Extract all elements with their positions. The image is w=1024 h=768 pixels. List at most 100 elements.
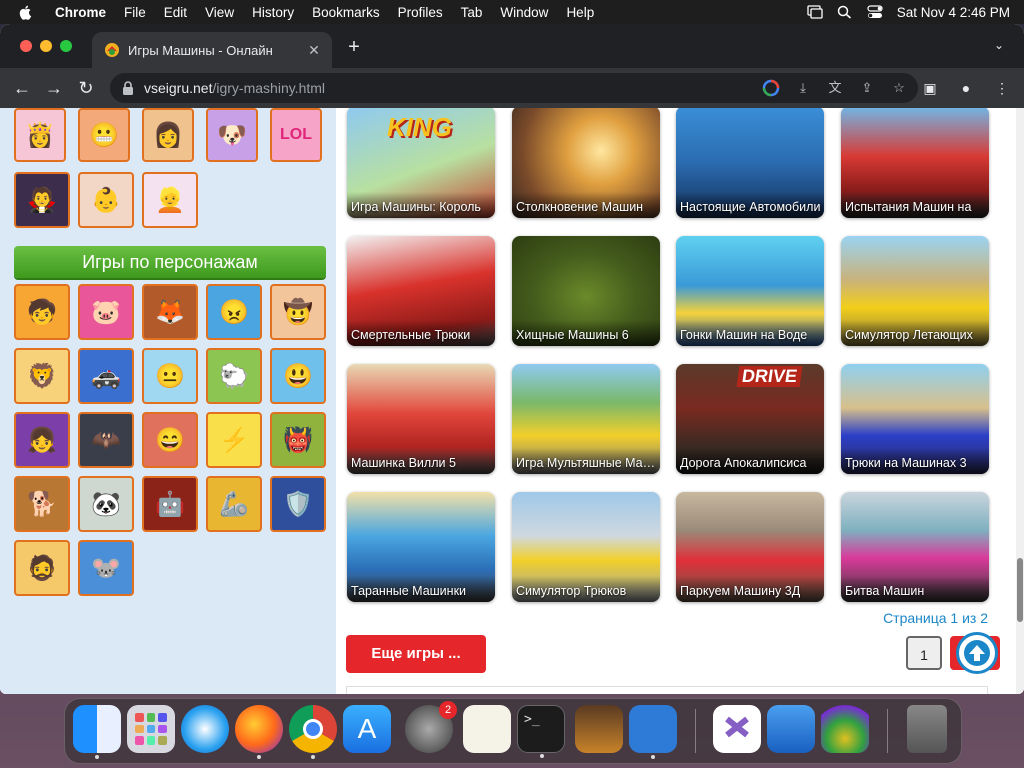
profile-avatar-icon[interactable]: ● bbox=[956, 78, 976, 98]
tab-active[interactable]: Игры Машины - Онлайн ✕ bbox=[92, 32, 332, 68]
new-tab-button[interactable]: + bbox=[344, 36, 364, 59]
character-thumb[interactable]: 🛡️ bbox=[270, 476, 326, 532]
menu-profiles[interactable]: Profiles bbox=[389, 5, 452, 20]
firefox-icon[interactable] bbox=[235, 705, 283, 759]
zoom-window-button[interactable] bbox=[60, 40, 72, 52]
game-card[interactable]: Гонки Машин на Воде bbox=[676, 236, 824, 346]
visual-studio-icon[interactable] bbox=[713, 705, 761, 753]
game-card[interactable]: Паркуем Машину 3Д bbox=[676, 492, 824, 602]
pagination-page-1[interactable]: 1 bbox=[906, 636, 942, 670]
game-card[interactable]: Трюки на Машинах 3 bbox=[841, 364, 989, 474]
character-thumb[interactable]: 🚓 bbox=[78, 348, 134, 404]
close-window-button[interactable] bbox=[20, 40, 32, 52]
forward-button[interactable]: → bbox=[44, 78, 64, 98]
game-card[interactable]: Столкновение Машин bbox=[512, 108, 660, 218]
character-thumb[interactable]: 👹 bbox=[270, 412, 326, 468]
spotlight-search-icon[interactable] bbox=[837, 5, 853, 19]
menu-clock[interactable]: Sat Nov 4 2:46 PM bbox=[897, 5, 1010, 20]
category-heading-characters[interactable]: Игры по персонажам bbox=[14, 246, 326, 278]
sidebar-game-thumb[interactable]: 👱 bbox=[142, 172, 198, 228]
sidebar-game-thumb[interactable]: 👸 bbox=[14, 108, 66, 162]
share-icon[interactable]: ⇪ bbox=[858, 79, 876, 97]
app-store-icon[interactable]: A bbox=[343, 705, 391, 753]
game-card[interactable]: Смертельные Трюки bbox=[347, 236, 495, 346]
menu-help[interactable]: Help bbox=[557, 5, 603, 20]
screen-mirroring-icon[interactable] bbox=[807, 5, 823, 19]
character-thumb[interactable]: 🧒 bbox=[14, 284, 70, 340]
game-card[interactable]: Машинка Вилли 5 bbox=[347, 364, 495, 474]
game-card[interactable]: Испытания Машин на bbox=[841, 108, 989, 218]
bookmark-star-icon[interactable]: ☆ bbox=[890, 79, 908, 97]
close-tab-icon[interactable]: ✕ bbox=[304, 42, 324, 59]
scrollbar-thumb[interactable] bbox=[1017, 558, 1023, 622]
menu-view[interactable]: View bbox=[196, 5, 243, 20]
game-card[interactable]: Битва Машин bbox=[841, 492, 989, 602]
scroll-to-top-button[interactable] bbox=[956, 632, 998, 674]
menu-bookmarks[interactable]: Bookmarks bbox=[303, 5, 389, 20]
terminal-icon[interactable]: >_ bbox=[517, 705, 565, 758]
weather-icon[interactable] bbox=[767, 705, 815, 753]
game-card[interactable]: Игра Мультяшные Машинки bbox=[512, 364, 660, 474]
chrome-icon[interactable] bbox=[289, 705, 337, 759]
utility-app-icon[interactable] bbox=[821, 705, 869, 753]
lock-icon[interactable] bbox=[122, 81, 134, 95]
character-thumb[interactable]: 🤠 bbox=[270, 284, 326, 340]
game-card[interactable]: Хищные Машины 6 bbox=[512, 236, 660, 346]
install-app-icon[interactable]: ⤓ bbox=[794, 79, 812, 97]
reload-button[interactable]: ↻ bbox=[76, 78, 96, 98]
character-thumb[interactable]: 😃 bbox=[270, 348, 326, 404]
launchpad-icon[interactable] bbox=[127, 705, 175, 753]
trash-icon[interactable] bbox=[907, 705, 947, 753]
side-panel-icon[interactable]: ▣ bbox=[920, 78, 940, 98]
chrome-menu-icon[interactable]: ⋮ bbox=[992, 78, 1012, 98]
menu-app-name[interactable]: Chrome bbox=[46, 5, 115, 20]
character-thumb[interactable]: 😐 bbox=[142, 348, 198, 404]
character-thumb[interactable]: 🐭 bbox=[78, 540, 134, 596]
character-thumb[interactable]: 🦁 bbox=[14, 348, 70, 404]
character-thumb[interactable]: 🐕 bbox=[14, 476, 70, 532]
garageband-icon[interactable] bbox=[575, 705, 623, 753]
sidebar-game-thumb[interactable]: 🐶 bbox=[206, 108, 258, 162]
more-games-button[interactable]: Еще игры ... bbox=[346, 635, 486, 673]
character-thumb[interactable]: 🦇 bbox=[78, 412, 134, 468]
character-thumb[interactable]: 😠 bbox=[206, 284, 262, 340]
sidebar-game-thumb[interactable]: 🧛 bbox=[14, 172, 70, 228]
game-card[interactable]: KING Игра Машины: Король bbox=[347, 108, 495, 218]
control-center-icon[interactable] bbox=[867, 5, 883, 19]
menu-edit[interactable]: Edit bbox=[155, 5, 196, 20]
address-bar[interactable]: vseigru.net/igry-mashiny.html ⤓ 文 ⇪ ☆ bbox=[110, 73, 918, 103]
safari-icon[interactable] bbox=[181, 705, 229, 753]
game-card[interactable]: Симулятор Трюков bbox=[512, 492, 660, 602]
back-button[interactable]: ← bbox=[12, 78, 32, 98]
google-lens-icon[interactable] bbox=[762, 79, 780, 97]
translate-icon[interactable]: 文 bbox=[826, 79, 844, 97]
character-thumb[interactable]: 🤖 bbox=[142, 476, 198, 532]
sidebar-game-thumb[interactable]: LOL bbox=[270, 108, 322, 162]
game-card[interactable]: DRIVE Дорога Апокалипсиса bbox=[676, 364, 824, 474]
finder-icon[interactable] bbox=[73, 705, 121, 759]
character-thumb[interactable]: 🦾 bbox=[206, 476, 262, 532]
menu-file[interactable]: File bbox=[115, 5, 155, 20]
character-thumb[interactable]: 🐷 bbox=[78, 284, 134, 340]
minimize-window-button[interactable] bbox=[40, 40, 52, 52]
page-scrollbar[interactable] bbox=[1016, 108, 1024, 694]
menu-history[interactable]: History bbox=[243, 5, 303, 20]
sidebar-game-thumb[interactable]: 😬 bbox=[78, 108, 130, 162]
character-thumb[interactable]: ⚡ bbox=[206, 412, 262, 468]
character-thumb[interactable]: 🧔 bbox=[14, 540, 70, 596]
tab-search-chevron-icon[interactable]: ⌄ bbox=[994, 38, 1004, 52]
textedit-icon[interactable] bbox=[463, 705, 511, 753]
menu-tab[interactable]: Tab bbox=[452, 5, 492, 20]
sidebar-game-thumb[interactable]: 👩 bbox=[142, 108, 194, 162]
game-card[interactable]: Симулятор Летающих bbox=[841, 236, 989, 346]
system-settings-icon[interactable]: 2 bbox=[405, 701, 457, 753]
vscode-icon[interactable] bbox=[629, 705, 677, 759]
character-thumb[interactable]: 😄 bbox=[142, 412, 198, 468]
game-card[interactable]: Настоящие Автомобили bbox=[676, 108, 824, 218]
game-card[interactable]: Таранные Машинки bbox=[347, 492, 495, 602]
character-thumb[interactable]: 🐼 bbox=[78, 476, 134, 532]
menu-window[interactable]: Window bbox=[491, 5, 557, 20]
sidebar-game-thumb[interactable]: 👶 bbox=[78, 172, 134, 228]
character-thumb[interactable]: 👧 bbox=[14, 412, 70, 468]
apple-icon[interactable] bbox=[18, 4, 34, 20]
